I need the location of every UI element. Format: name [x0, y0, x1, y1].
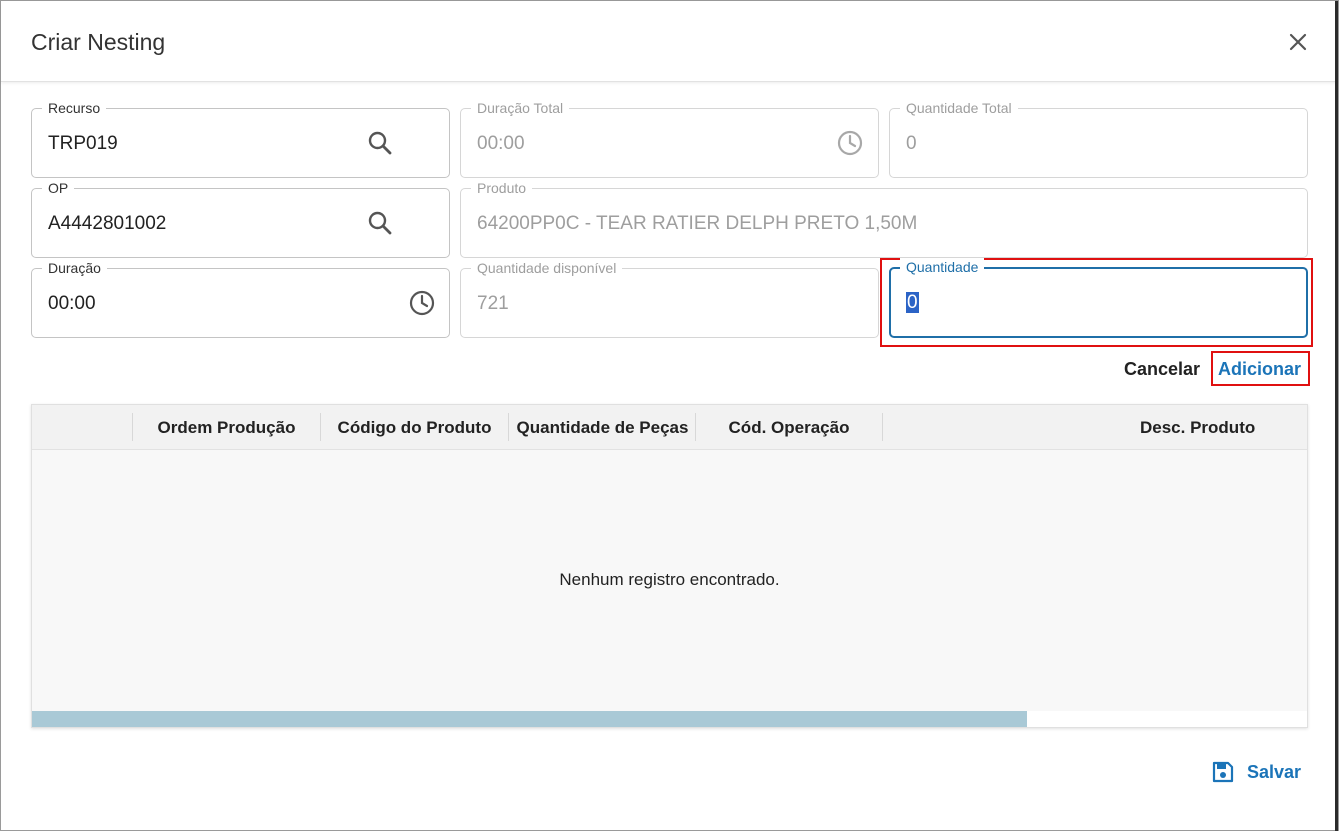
column-header-select[interactable]: [32, 405, 132, 450]
column-divider[interactable]: [508, 413, 509, 441]
recurso-value: TRP019: [48, 133, 118, 154]
save-label: Salvar: [1247, 761, 1302, 782]
column-divider[interactable]: [882, 413, 883, 441]
op-field[interactable]: OP A4442801002: [31, 179, 450, 258]
produto-label: Produto: [471, 179, 533, 197]
cancel-button[interactable]: Cancelar: [1124, 359, 1200, 380]
save-button[interactable]: Salvar: [1211, 759, 1301, 785]
search-icon: [368, 211, 392, 235]
quantidade-disponivel-value: 721: [477, 293, 509, 314]
duracao-total-label: Duração Total: [471, 99, 570, 117]
quantidade-total-field: Quantidade Total 0: [889, 99, 1308, 178]
create-nesting-dialog: Criar Nesting Recurso TRP019 Duração Tot…: [0, 0, 1339, 831]
column-header-quantidade-pecas[interactable]: Quantidade de Peças: [515, 405, 690, 450]
op-label: OP: [42, 179, 75, 197]
quantidade-label: Quantidade: [900, 258, 985, 276]
duracao-field[interactable]: Duração 00:00: [31, 259, 450, 338]
recurso-label: Recurso: [42, 99, 107, 117]
column-header-cod-operacao[interactable]: Cód. Operação: [696, 405, 882, 450]
quantidade-disponivel-label: Quantidade disponível: [471, 259, 623, 277]
horizontal-scrollbar[interactable]: [32, 711, 1307, 727]
op-value: A4442801002: [48, 213, 167, 234]
dialog-header: Criar Nesting: [1, 1, 1337, 82]
quantidade-field[interactable]: Quantidade 0: [889, 258, 1308, 338]
window-edge: [1335, 1, 1338, 831]
add-button[interactable]: Adicionar: [1218, 359, 1301, 380]
duracao-value: 00:00: [48, 293, 96, 314]
produto-value: 64200PP0C - TEAR RATIER DELPH PRETO 1,50…: [477, 213, 918, 234]
duracao-time-picker-button[interactable]: [408, 289, 436, 317]
horizontal-scrollbar-thumb[interactable]: [32, 711, 1027, 727]
duracao-label: Duração: [42, 259, 107, 277]
close-button[interactable]: [1285, 29, 1311, 55]
quantidade-total-label: Quantidade Total: [900, 99, 1018, 117]
floppy-disk-icon: [1212, 761, 1234, 783]
close-icon: [1289, 33, 1307, 51]
duracao-total-value: 00:00: [477, 133, 525, 154]
quantidade-selected-value: 0: [906, 292, 919, 313]
recurso-search-button[interactable]: [366, 129, 394, 157]
column-header-codigo-produto[interactable]: Código do Produto: [321, 405, 508, 450]
produto-field: Produto 64200PP0C - TEAR RATIER DELPH PR…: [460, 179, 1308, 258]
search-icon: [368, 131, 392, 155]
clock-icon: [837, 130, 863, 156]
clock-icon: [409, 290, 435, 316]
dialog-title: Criar Nesting: [31, 29, 166, 55]
table-header: Ordem Produção Código do Produto Quantid…: [32, 405, 1307, 450]
duracao-total-field: Duração Total 00:00: [460, 99, 879, 178]
op-search-button[interactable]: [366, 209, 394, 237]
quantidade-total-value: 0: [906, 133, 917, 154]
quantidade-input[interactable]: 0: [906, 292, 919, 314]
column-header-ordem-producao[interactable]: Ordem Produção: [133, 405, 320, 450]
recurso-field[interactable]: Recurso TRP019: [31, 99, 450, 178]
items-table: Ordem Produção Código do Produto Quantid…: [31, 404, 1308, 728]
empty-table-message: Nenhum registro encontrado.: [559, 570, 780, 589]
quantidade-disponivel-field: Quantidade disponível 721: [460, 259, 879, 338]
column-header-desc-produto[interactable]: Desc. Produto: [1082, 405, 1307, 450]
duracao-total-clock: [836, 129, 864, 157]
